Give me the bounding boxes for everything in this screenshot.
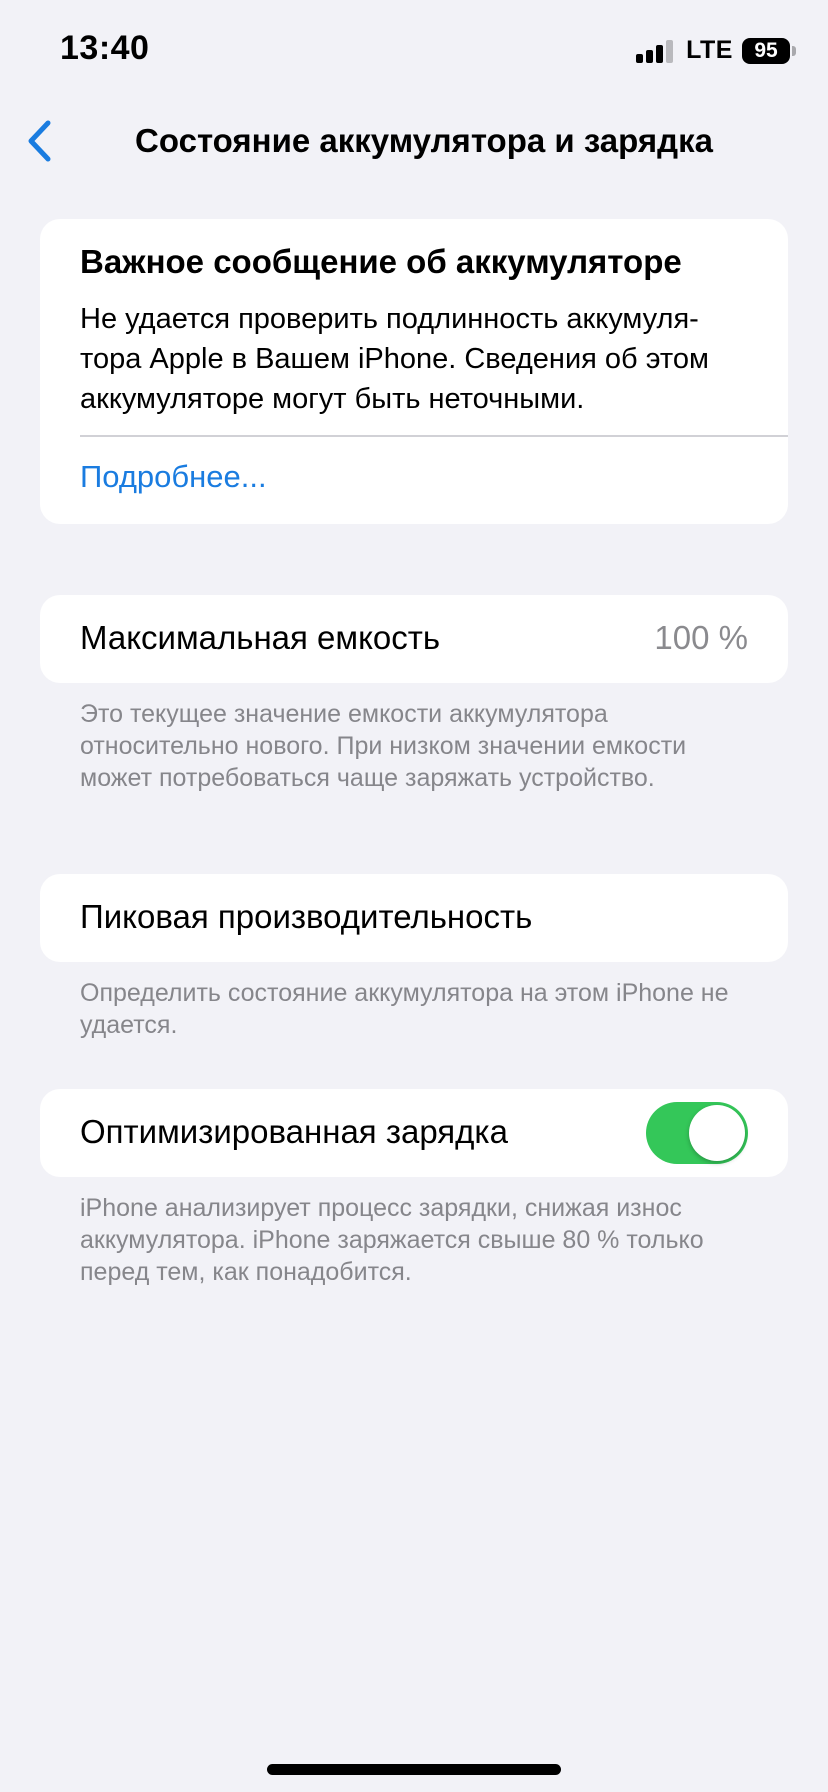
battery-settings-screen: 13:40 LTE 95 Состояние аккумулятора и за… [0, 0, 828, 1792]
battery-alert-card: Важное сообщение об аккумуляторе Не удае… [40, 219, 788, 524]
signal-bar [656, 44, 664, 63]
optimized-charging-label: Оптимизированная зарядка [80, 1113, 508, 1150]
page-title: Состояние аккумулятора и зарядка [135, 122, 713, 159]
optimized-charging-footnote: iPhone анализирует процесс зарядки, сниж… [80, 1194, 704, 1286]
battery-icon: 95 [742, 37, 796, 64]
status-indicators: LTE 95 [636, 36, 796, 65]
status-bar: 13:40 LTE 95 [0, 0, 828, 100]
cellular-signal-icon [636, 39, 676, 63]
signal-bar [646, 49, 654, 63]
peak-performance-row: Пиковая производительность [40, 874, 788, 962]
home-indicator[interactable] [267, 1764, 561, 1775]
battery-cap [792, 45, 796, 56]
signal-bar [666, 39, 674, 63]
signal-bar [636, 53, 644, 63]
max-capacity-value: 100 % [654, 619, 748, 656]
peak-performance-footnote: Определить состояние аккумулятора на это… [80, 979, 729, 1039]
divider [80, 435, 788, 437]
toggle-knob [689, 1105, 745, 1161]
battery-level: 95 [742, 37, 790, 64]
alert-message: Не удается проверить подлинность аккумул… [80, 303, 709, 415]
max-capacity-label: Максимальная емкость [80, 619, 441, 656]
optimized-charging-row: Оптимизированная зарядка [40, 1089, 788, 1177]
max-capacity-row: Максимальная емкость 100 % [40, 595, 788, 683]
status-time: 13:40 [60, 29, 150, 67]
alert-title: Важное сообщение об аккумуляторе [80, 243, 682, 280]
network-type: LTE [686, 36, 733, 64]
peak-performance-label: Пиковая производительность [80, 898, 533, 935]
navigation-bar: Состояние аккумулятора и зарядка [0, 100, 828, 182]
optimized-charging-toggle[interactable] [646, 1102, 748, 1164]
learn-more-link[interactable]: Подробнее... [80, 459, 267, 495]
max-capacity-footnote: Это текущее значение емкости аккумулятор… [80, 700, 687, 792]
